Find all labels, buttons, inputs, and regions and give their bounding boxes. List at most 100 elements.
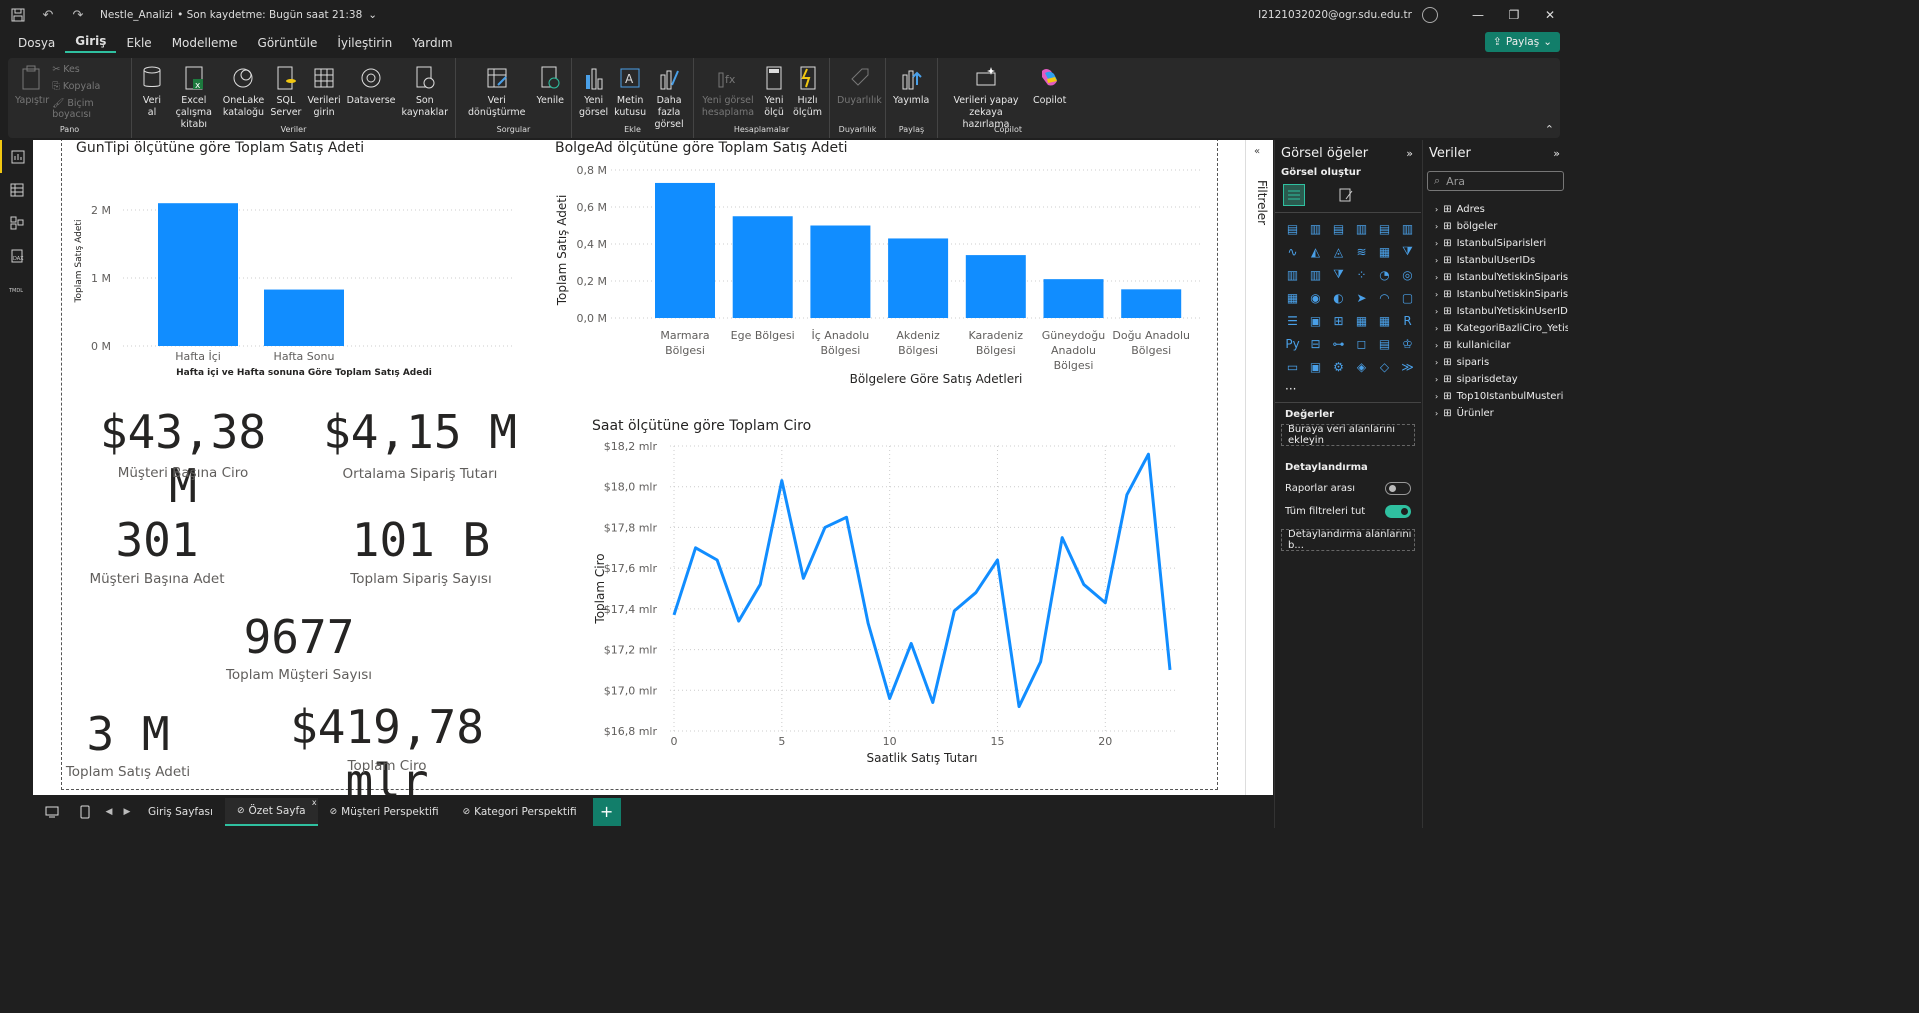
stacked-column-icon[interactable]: ▥ <box>1304 217 1327 240</box>
saat-line-chart[interactable]: $18,2 mlr $18,0 mlr $17,8 mlr $17,6 mlr $17,… <box>588 436 1208 771</box>
chevrons-icon[interactable]: ≫ <box>1396 355 1419 378</box>
100-bar-icon[interactable]: ▤ <box>1373 217 1396 240</box>
data-table-item[interactable]: › ⊞ Adres <box>1423 201 1568 218</box>
recent-sources-button[interactable]: Son kaynaklar <box>399 62 451 119</box>
treemap-icon[interactable]: ▦ <box>1281 286 1304 309</box>
format-painter-button[interactable]: 🖌 Biçim boyacısı <box>52 98 127 120</box>
chevron-right-icon[interactable]: » <box>1406 147 1413 160</box>
line-column-icon[interactable]: ▥ <box>1281 263 1304 286</box>
menu-giris[interactable]: Giriş <box>65 34 117 53</box>
filters-pane-collapsed[interactable]: « Filtreler <box>1245 140 1273 795</box>
key-influencers-icon[interactable]: ⊟ <box>1304 332 1327 355</box>
model-view-icon[interactable] <box>0 206 33 239</box>
menu-ekle[interactable]: Ekle <box>116 36 161 50</box>
bar[interactable] <box>810 225 871 319</box>
menu-iyilestirin[interactable]: İyileştirin <box>327 36 402 50</box>
more-visuals-button[interactable]: Daha fazla görsel <box>649 62 689 131</box>
close-icon[interactable]: x <box>312 798 317 807</box>
menu-modelleme[interactable]: Modelleme <box>162 36 248 50</box>
series-line[interactable] <box>672 452 1172 709</box>
redo-icon[interactable]: ↷ <box>66 3 90 27</box>
funnel-icon[interactable]: ⧩ <box>1396 240 1419 263</box>
data-table-item[interactable]: › ⊞ IstanbulSiparisleri <box>1423 235 1568 252</box>
bar[interactable] <box>158 203 238 346</box>
refresh-button[interactable]: Yenile <box>533 62 567 107</box>
minimize-button[interactable]: — <box>1460 8 1496 22</box>
trophy-icon[interactable]: ♔ <box>1396 332 1419 355</box>
tab-musteri-perspektifi[interactable]: ⊘ Müşteri Perspektifi <box>318 798 451 826</box>
expand-icon[interactable]: « <box>1254 146 1260 157</box>
data-table-item[interactable]: › ⊞ Ürünler <box>1423 405 1568 422</box>
stacked-bar-icon[interactable]: ▤ <box>1281 217 1304 240</box>
100-column-icon[interactable]: ▥ <box>1396 217 1419 240</box>
data-table-item[interactable]: › ⊞ siparisdetay <box>1423 371 1568 388</box>
bar[interactable] <box>965 255 1026 318</box>
diamond-icon[interactable]: ◇ <box>1373 355 1396 378</box>
clustered-bar-icon[interactable]: ▤ <box>1327 217 1350 240</box>
data-table-item[interactable]: › ⊞ IstanbulUserIDs <box>1423 252 1568 269</box>
tab-kategori-perspektifi[interactable]: ⊘ Kategori Perspektifi <box>451 798 589 826</box>
save-icon[interactable] <box>6 3 30 27</box>
funnel-alt-icon[interactable]: ⧩ <box>1327 263 1350 286</box>
tmdl-view-icon[interactable]: TMDL <box>0 272 33 305</box>
add-page-button[interactable]: + <box>592 797 621 826</box>
chevron-down-icon[interactable]: ⌄ <box>368 9 377 21</box>
data-table-item[interactable]: › ⊞ IstanbulYetiskinSiparisl... <box>1423 286 1568 303</box>
smart-narrative-icon[interactable]: ▤ <box>1373 332 1396 355</box>
bar[interactable] <box>1043 279 1104 318</box>
donut-chart-icon[interactable]: ◎ <box>1396 263 1419 286</box>
bar[interactable] <box>264 289 344 346</box>
transform-data-button[interactable]: Veri dönüştürme <box>460 62 533 119</box>
gauge-icon[interactable]: ◠ <box>1373 286 1396 309</box>
stacked-area-icon[interactable]: ◬ <box>1327 240 1350 263</box>
maximize-button[interactable]: ❐ <box>1496 8 1532 22</box>
avatar[interactable] <box>1422 7 1438 23</box>
build-visual-icon[interactable] <box>1283 184 1305 206</box>
enter-data-button[interactable]: Verileri girin <box>304 62 343 119</box>
area-chart-icon[interactable]: ◭ <box>1304 240 1327 263</box>
sensitivity-button[interactable]: Duyarlılık <box>834 62 885 107</box>
drillthrough-drop-zone[interactable]: Detaylandırma alanlarını b... <box>1281 529 1415 551</box>
table-icon[interactable]: ▦ <box>1350 309 1373 332</box>
qa-icon[interactable]: ◻ <box>1350 332 1373 355</box>
line-chart-icon[interactable]: ∿ <box>1281 240 1304 263</box>
tab-giris-sayfasi[interactable]: Giriş Sayfası <box>136 798 225 826</box>
keep-filters-toggle[interactable] <box>1385 505 1411 518</box>
more-visuals-icon[interactable]: ··· <box>1275 382 1421 396</box>
chevron-right-icon[interactable]: » <box>1553 147 1560 160</box>
sql-server-button[interactable]: SQL Server <box>267 62 304 119</box>
map-icon[interactable]: ◉ <box>1304 286 1327 309</box>
menu-yardim[interactable]: Yardım <box>402 36 462 50</box>
data-table-item[interactable]: › ⊞ IstanbulYetiskinUserIDs <box>1423 303 1568 320</box>
bar[interactable] <box>888 238 949 318</box>
data-table-item[interactable]: › ⊞ IstanbulYetiskinSiparis... <box>1423 269 1568 286</box>
paste-button[interactable]: Yapıştır <box>12 62 52 107</box>
cut-button[interactable]: ✂ Kes <box>52 64 127 75</box>
new-visual-calc-button[interactable]: fx Yeni görsel hesaplama <box>698 62 758 119</box>
guntipi-bar-chart[interactable]: 2 M 1 M 0 M Hafta İçi Hafta Sonu Toplam Satış… <box>73 176 513 386</box>
next-page-icon[interactable]: ▶ <box>118 807 136 817</box>
ribbon-chart-icon[interactable]: ≋ <box>1350 240 1373 263</box>
card-icon[interactable]: ▢ <box>1396 286 1419 309</box>
bolgead-bar-chart[interactable]: 0,8 M 0,6 M 0,4 M 0,2 M 0,0 M Marmara Bölgesi E… <box>551 160 1211 390</box>
collapse-ribbon-icon[interactable]: ⌃ <box>1545 123 1554 136</box>
format-visual-icon[interactable] <box>1335 184 1357 206</box>
bar[interactable] <box>1121 289 1182 318</box>
share-button[interactable]: ⇪ Paylaş ⌄ <box>1485 32 1560 52</box>
values-drop-zone[interactable]: Buraya veri alanlarını ekleyin <box>1281 424 1415 446</box>
pie-chart-icon[interactable]: ◔ <box>1373 263 1396 286</box>
cross-report-toggle[interactable] <box>1385 482 1411 495</box>
menu-dosya[interactable]: Dosya <box>8 36 65 50</box>
bar[interactable] <box>732 216 793 318</box>
python-visual-icon[interactable]: Py <box>1281 332 1304 355</box>
new-measure-button[interactable]: Yeni ölçü <box>758 62 790 119</box>
text-box-button[interactable]: A Metin kutusu <box>611 62 649 119</box>
undo-icon[interactable]: ↶ <box>36 3 60 27</box>
onelake-button[interactable]: OneLake kataloğu <box>220 62 268 119</box>
bar[interactable] <box>655 182 715 318</box>
prev-page-icon[interactable]: ◀ <box>100 807 118 817</box>
decomposition-tree-icon[interactable]: ⊶ <box>1327 332 1350 355</box>
slicer-icon[interactable]: ⊞ <box>1327 309 1350 332</box>
desktop-layout-icon[interactable] <box>34 806 70 818</box>
kpi-icon[interactable]: ▣ <box>1304 309 1327 332</box>
